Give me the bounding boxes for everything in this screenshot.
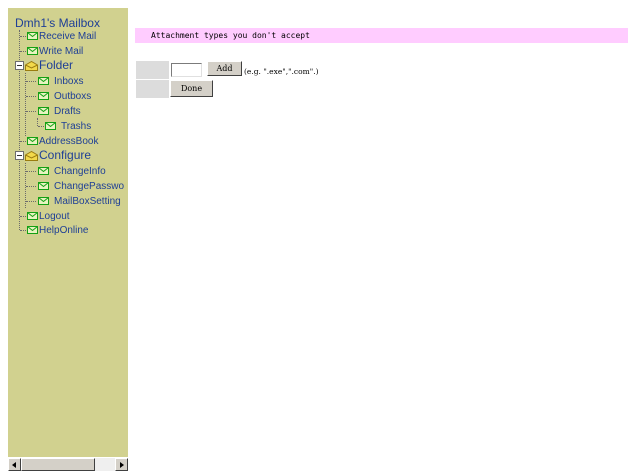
page-title: Attachment types you don't accept	[151, 31, 310, 40]
example-hint: (e.g. ".exe",".com".)	[244, 67, 319, 76]
sidebar-item-folder[interactable]: Folder	[15, 58, 73, 72]
envelope-icon	[38, 167, 49, 175]
tree-connector-line	[26, 111, 36, 112]
tree-connector-line	[26, 186, 36, 187]
sidebar-horizontal-scrollbar[interactable]	[8, 458, 128, 471]
scroll-left-button[interactable]	[8, 458, 21, 471]
sidebar-item-label: Write Mail	[39, 45, 84, 57]
done-button[interactable]: Done	[170, 80, 213, 97]
sidebar-item-changeinfo[interactable]: ChangeInfo	[38, 164, 106, 178]
folder-icon	[25, 150, 38, 161]
sidebar-item-logout[interactable]: Logout	[27, 209, 70, 223]
sidebar-item-label: ChangePasswo	[54, 180, 125, 192]
sidebar-item-label: Configure	[39, 148, 92, 162]
envelope-icon	[27, 47, 38, 55]
sidebar-item-receive-mail[interactable]: Receive Mail	[27, 29, 96, 43]
sidebar-item-changepassword[interactable]: ChangePasswo	[38, 179, 124, 193]
arrow-right-icon	[120, 462, 124, 468]
envelope-icon	[27, 212, 38, 220]
sidebar: Dmh1's Mailbox Receive Mail Write Mail F…	[8, 8, 128, 457]
sidebar-item-drafts[interactable]: Drafts	[38, 104, 81, 118]
sidebar-item-mailboxsetting[interactable]: MailBoxSetting	[38, 194, 121, 208]
sidebar-item-label: Logout	[39, 210, 70, 222]
tree-connector-line	[26, 201, 36, 202]
tree-connector-line	[26, 96, 36, 97]
envelope-icon	[27, 137, 38, 145]
tree-connector-line	[37, 118, 38, 126]
envelope-icon	[38, 92, 49, 100]
tree-connector-line	[20, 216, 26, 217]
envelope-icon	[38, 107, 49, 115]
sidebar-item-helponline[interactable]: HelpOnline	[27, 223, 88, 237]
mailbox-title: Dmh1's Mailbox	[15, 16, 100, 30]
form-label-cell	[136, 61, 169, 79]
sidebar-item-outboxs[interactable]: Outboxs	[38, 89, 91, 103]
envelope-icon	[27, 226, 38, 234]
sidebar-item-label: Trashs	[61, 120, 92, 132]
scrollbar-thumb[interactable]	[21, 458, 95, 471]
envelope-icon	[38, 77, 49, 85]
envelope-icon	[38, 182, 49, 190]
sidebar-item-label: ChangeInfo	[54, 165, 106, 177]
tree-connector-line	[26, 171, 36, 172]
arrow-left-icon	[12, 462, 16, 468]
extension-input[interactable]	[171, 63, 202, 77]
collapse-icon[interactable]	[15, 60, 24, 70]
folder-icon	[25, 60, 38, 71]
add-button[interactable]: Add	[207, 61, 242, 76]
tree-connector-line	[20, 51, 26, 52]
envelope-icon	[38, 197, 49, 205]
sidebar-item-label: AddressBook	[39, 135, 99, 147]
page-banner: Attachment types you don't accept	[135, 28, 628, 43]
sidebar-item-trashs[interactable]: Trashs	[45, 119, 91, 133]
tree-connector-line	[20, 141, 26, 142]
sidebar-item-addressbook[interactable]: AddressBook	[27, 134, 98, 148]
tree-connector-line	[26, 81, 36, 82]
tree-connector-line	[38, 126, 44, 127]
envelope-icon	[27, 32, 38, 40]
sidebar-item-label: MailBoxSetting	[54, 195, 121, 207]
form-label-cell	[136, 80, 169, 98]
tree-connector-line	[25, 73, 26, 136]
sidebar-item-configure[interactable]: Configure	[15, 148, 91, 162]
sidebar-item-label: HelpOnline	[39, 224, 89, 236]
envelope-icon	[45, 122, 56, 130]
sidebar-item-label: Outboxs	[54, 90, 92, 102]
sidebar-item-label: Folder	[39, 58, 74, 72]
sidebar-item-label: Drafts	[54, 105, 81, 117]
collapse-icon[interactable]	[15, 150, 24, 160]
scroll-right-button[interactable]	[115, 458, 128, 471]
tree-connector-line	[20, 36, 26, 37]
sidebar-item-write-mail[interactable]: Write Mail	[27, 44, 83, 58]
sidebar-item-label: Inboxs	[54, 75, 84, 87]
sidebar-item-label: Receive Mail	[39, 30, 97, 42]
tree-connector-line	[20, 230, 26, 231]
sidebar-item-inboxs[interactable]: Inboxs	[38, 74, 83, 88]
